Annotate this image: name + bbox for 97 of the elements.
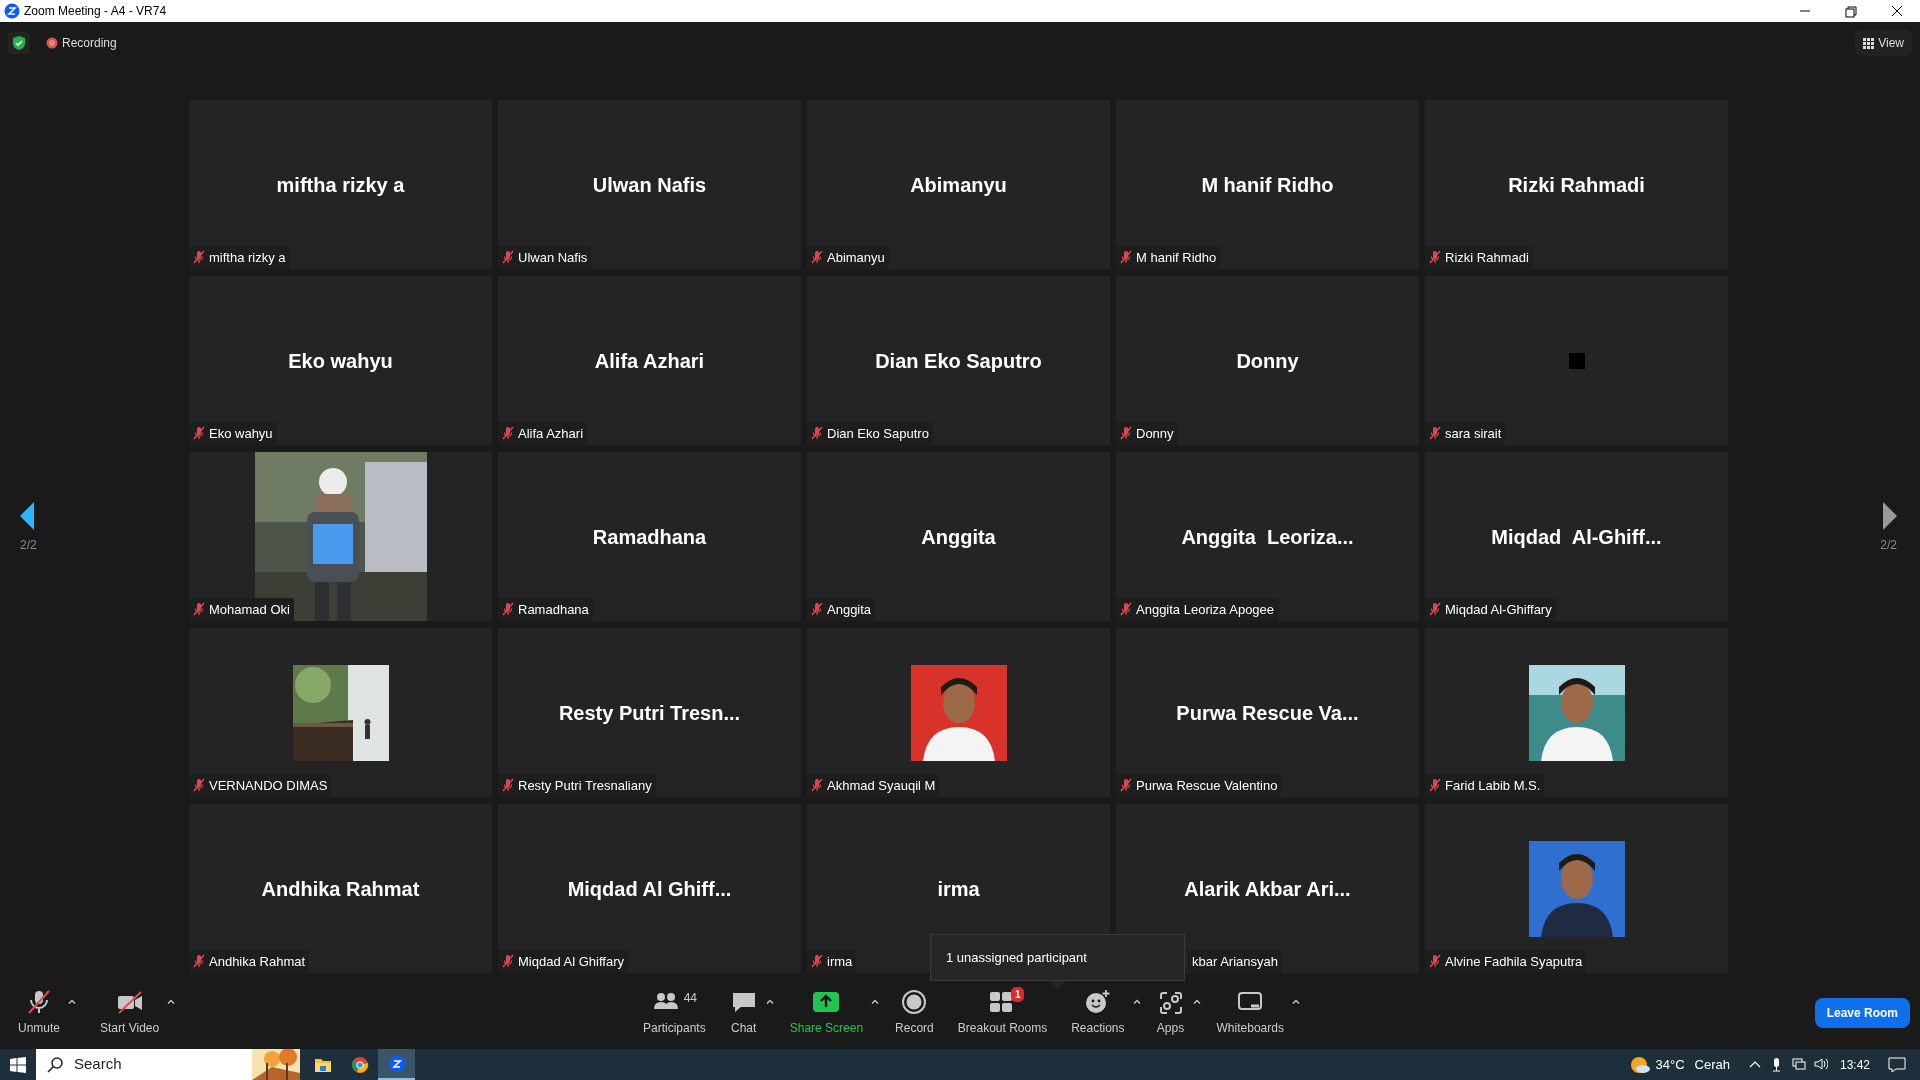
participant-name: irma (937, 876, 980, 902)
shield-icon (8, 32, 30, 54)
grid-icon (1863, 37, 1875, 49)
leave-room-button[interactable]: Leave Room (1814, 997, 1910, 1028)
name-label: kbar Ariansyah (1188, 949, 1282, 973)
mic-button[interactable]: Unmute (10, 984, 69, 1041)
participant-name: Alifa Azhari (594, 348, 705, 374)
apps-button[interactable]: Apps (1148, 984, 1193, 1041)
windows-logo-icon (10, 1056, 26, 1073)
clock: 13:42 (1839, 1056, 1870, 1074)
participant-name: Donny (1236, 348, 1299, 374)
caret-icon[interactable] (871, 999, 880, 1005)
participants-button[interactable]: 44 Participants (635, 984, 714, 1041)
search-icon (46, 1055, 64, 1074)
name-label: Farid Labib M.S. (1425, 773, 1545, 797)
notification-icon[interactable] (1888, 1056, 1906, 1073)
notification-badge: 1 (1010, 986, 1025, 1002)
video-off-square (1568, 352, 1585, 369)
name-label: Miqdad Al Ghiffary (498, 949, 628, 973)
participant-name: Rizki Rahmadi (1508, 172, 1645, 198)
page-indicator: 2/2 (1880, 537, 1897, 554)
whiteboards-button[interactable]: Whiteboards (1208, 984, 1292, 1041)
participant-name: Andhika Rahmat (261, 876, 420, 902)
participant-name: Anggita (921, 524, 996, 550)
participant-count: 44 (683, 989, 698, 1007)
participant-name: Miqdad Al-Ghiff... (1491, 524, 1662, 550)
taskbar-app[interactable] (378, 1049, 415, 1080)
caret-icon[interactable] (1132, 999, 1141, 1005)
video-button[interactable]: Start Video (92, 984, 168, 1041)
page-indicator: 2/2 (20, 537, 37, 554)
smiley-icon (1083, 988, 1112, 1015)
name-label: Anggita (807, 597, 876, 621)
name-label: irma (807, 949, 857, 973)
share-screen-button[interactable]: Share Screen (781, 984, 872, 1041)
name-label: M hanif Ridho (1116, 245, 1221, 269)
caret-icon[interactable] (1192, 999, 1201, 1005)
muted-microphone-icon (25, 988, 53, 1015)
tooltip-arrow-icon (1050, 981, 1066, 989)
name-label: sara sirait (1425, 421, 1506, 445)
name-label: Donny (1116, 421, 1178, 445)
participant-name: Purwa Rescue Va... (1176, 700, 1359, 726)
name-label: Ulwan Nafis (498, 245, 592, 269)
name-label: miftha rizky a (189, 245, 290, 269)
participant-name: Alarik Akbar Ari... (1184, 876, 1351, 902)
caret-icon[interactable] (1291, 999, 1300, 1005)
close-icon[interactable] (1889, 4, 1905, 18)
caret-icon[interactable] (765, 999, 774, 1005)
name-label: Alvine Fadhila Syaputra (1425, 949, 1587, 973)
previous-page-arrow-icon[interactable] (20, 502, 34, 530)
tooltip: 1 unassigned participant (930, 934, 1185, 981)
chat-button[interactable]: Chat (721, 984, 766, 1041)
speaker-icon[interactable] (1813, 1057, 1828, 1072)
name-label: Dian Eko Saputro (807, 421, 933, 445)
name-label: Akhmad Syauqil M (807, 773, 940, 797)
record-icon (900, 988, 929, 1015)
participant-name: Miqdad Al Ghiff... (567, 876, 732, 902)
view-button[interactable]: View (1855, 30, 1912, 56)
name-label: VERNANDO DIMAS (189, 773, 332, 797)
zoom-logo-icon (4, 3, 20, 19)
caret-icon[interactable] (167, 999, 176, 1005)
reactions-button[interactable]: Reactions (1063, 984, 1133, 1041)
restore-icon[interactable] (1843, 4, 1859, 18)
recording-icon (46, 37, 58, 49)
participant-name: Ramadhana (592, 524, 707, 550)
search-field[interactable]: Search (72, 1052, 222, 1077)
name-label: Ramadhana (498, 597, 593, 621)
breakout-button[interactable]: 1 Breakout Rooms (949, 984, 1056, 1041)
name-label: Resty Putri Tresnaliany (498, 773, 656, 797)
participant-name: M hanif Ridho (1201, 172, 1334, 198)
name-label: Abimanyu (807, 245, 889, 269)
participant-name: Abimanyu (910, 172, 1007, 198)
name-label: Mohamad Oki (189, 597, 294, 621)
weather-condition: Cerah (1694, 1055, 1730, 1074)
video-off-icon (115, 988, 144, 1015)
name-label: Miqdad Al-Ghiffary (1425, 597, 1556, 621)
name-label: Purwa Rescue Valentino (1116, 773, 1282, 797)
weather-icon (1629, 1055, 1650, 1074)
search-bar[interactable]: Search (36, 1049, 300, 1080)
participant-name: Eko wahyu (288, 348, 393, 374)
participant-name: Anggita Leoriza... (1181, 524, 1354, 550)
name-label: Andhika Rahmat (189, 949, 310, 973)
participant-name: Resty Putri Tresn... (558, 700, 741, 726)
temperature: 34°C (1655, 1055, 1685, 1074)
network-icon[interactable] (1791, 1057, 1806, 1072)
name-label: Rizki Rahmadi (1425, 245, 1533, 269)
zoom-app-icon (387, 1054, 406, 1073)
browser-icon (350, 1055, 369, 1074)
participant-name: miftha rizky a (276, 172, 405, 198)
caret-icon[interactable] (68, 999, 77, 1005)
record-button[interactable]: Record (887, 984, 942, 1041)
recording-status: Recording (62, 35, 117, 52)
name-label: Anggita Leoriza Apogee (1116, 597, 1279, 621)
participant-name: Dian Eko Saputro (875, 348, 1042, 374)
window-title: Zoom Meeting - A4 - VR74 (24, 3, 167, 20)
name-label: Eko wahyu (189, 421, 277, 445)
name-label: Alifa Azhari (498, 421, 588, 445)
participant-name: Ulwan Nafis (592, 172, 707, 198)
